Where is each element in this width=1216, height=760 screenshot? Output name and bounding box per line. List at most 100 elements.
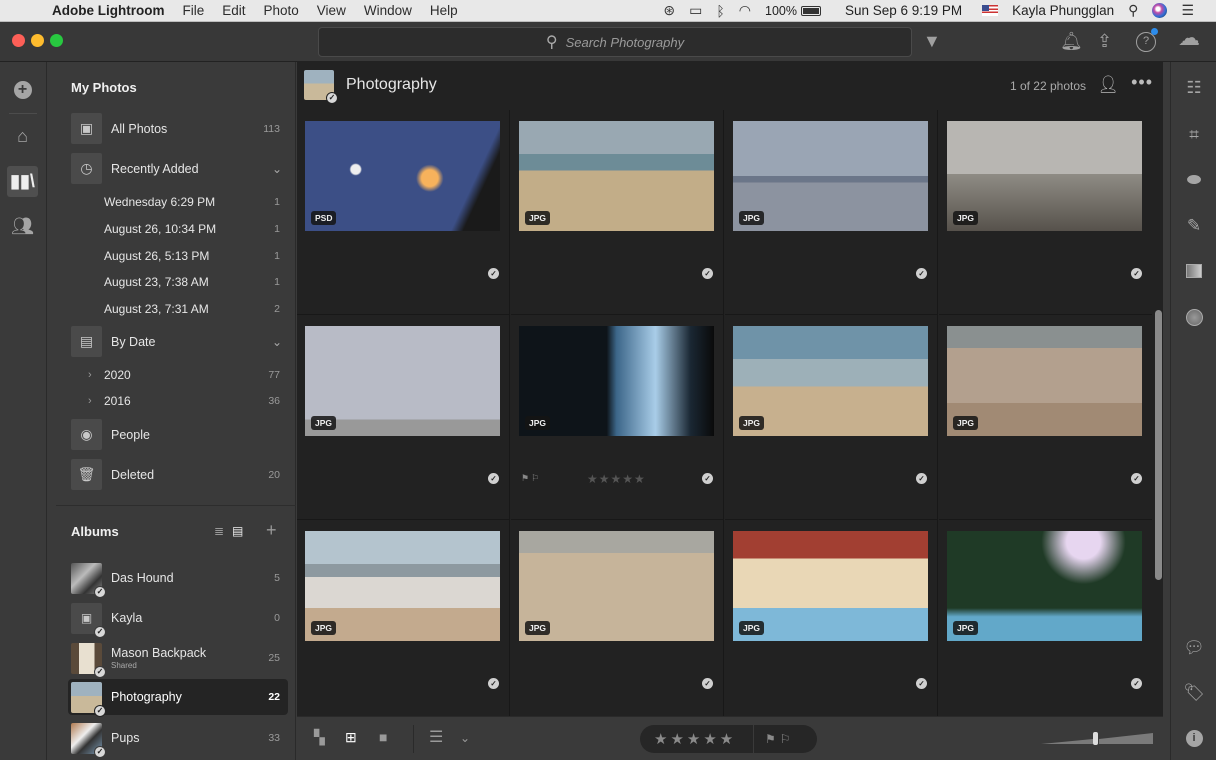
photo-thumbnail[interactable]: JPG xyxy=(519,326,714,436)
album-item[interactable]: ✓ Das Hound 5 xyxy=(68,560,288,598)
album-item[interactable]: ✓ Mason Backpack Shared 25 xyxy=(68,640,288,678)
photo-thumbnail[interactable]: PSD xyxy=(305,121,500,231)
help-icon[interactable]: ? xyxy=(1136,32,1156,52)
healing-brush-icon[interactable]: ⬬ xyxy=(1180,166,1208,194)
menu-file[interactable]: File xyxy=(182,3,204,18)
menu-user-name[interactable]: Kayla Phungglan xyxy=(1012,3,1114,18)
grid-list-view-icon[interactable]: ▤ xyxy=(232,524,243,538)
chevron-down-icon[interactable]: ⌄ xyxy=(272,335,288,349)
menu-view[interactable]: View xyxy=(317,3,346,18)
input-source-flag-icon[interactable] xyxy=(982,5,999,16)
year-item-2020[interactable]: › 2020 77 xyxy=(88,366,288,384)
library-button[interactable]: ▮▮\ xyxy=(7,166,38,197)
add-photos-button[interactable]: + xyxy=(7,74,38,105)
menu-app-name[interactable]: Adobe Lightroom xyxy=(52,3,164,18)
menu-photo[interactable]: Photo xyxy=(264,3,299,18)
menu-edit[interactable]: Edit xyxy=(222,3,245,18)
linear-gradient-icon[interactable] xyxy=(1180,257,1208,285)
menu-help[interactable]: Help xyxy=(430,3,458,18)
photo-thumbnail[interactable]: JPG xyxy=(733,531,928,641)
share-album-icon[interactable]: 👤︎ xyxy=(1097,75,1119,95)
siri-icon[interactable] xyxy=(1152,3,1168,18)
photo-grid-view-icon[interactable]: ⊞ xyxy=(345,729,357,746)
comments-icon[interactable]: 💬︎ xyxy=(1180,634,1208,662)
list-view-icon[interactable]: ≣ xyxy=(214,524,224,538)
radial-gradient-icon[interactable] xyxy=(1180,303,1208,331)
minimize-window-button[interactable] xyxy=(31,34,44,47)
spotlight-search-icon[interactable]: ⚲ xyxy=(1128,2,1138,19)
sidebar-item-deleted[interactable]: 🗑︎ Deleted 20 xyxy=(71,459,288,490)
airplay-icon[interactable]: ▭ xyxy=(689,2,702,19)
bluetooth-icon[interactable]: ᛒ xyxy=(716,3,724,19)
photo-cell[interactable]: JPG ✓ xyxy=(725,110,938,315)
sidebar-item-all-photos[interactable]: ▣ All Photos 113 xyxy=(71,113,288,144)
menu-window[interactable]: Window xyxy=(364,3,412,18)
album-item[interactable]: ▣ ✓ Kayla 0 xyxy=(68,600,288,638)
chevron-down-icon[interactable]: ⌄ xyxy=(272,162,288,176)
sort-options-chevron-icon[interactable]: ⌄ xyxy=(460,731,470,745)
photo-cell[interactable]: JPG ✓ xyxy=(297,315,510,520)
sidebar-item-by-date[interactable]: ▤ By Date ⌄ xyxy=(71,326,288,357)
photo-thumbnail[interactable]: JPG xyxy=(305,326,500,436)
photo-cell[interactable]: JPG ✓ xyxy=(939,520,1152,716)
photo-cell[interactable]: JPG ✓ xyxy=(939,110,1152,315)
zoom-window-button[interactable] xyxy=(50,34,63,47)
add-album-icon[interactable]: + xyxy=(266,520,277,541)
home-button[interactable]: ⌂ xyxy=(7,121,38,152)
photo-thumbnail[interactable]: JPG xyxy=(947,531,1142,641)
chevron-right-icon[interactable]: › xyxy=(88,369,104,381)
wifi-icon[interactable]: ◠ xyxy=(739,2,751,19)
keywords-tag-icon[interactable]: 🏷︎ xyxy=(1180,679,1208,707)
recent-item[interactable]: August 23, 7:38 AM 1 xyxy=(104,273,288,291)
photo-star-rating[interactable]: ★★★★★ xyxy=(587,472,646,486)
edit-panel-icon[interactable]: ☷ xyxy=(1180,74,1208,102)
notifications-bell-icon[interactable]: 🔔︎ xyxy=(1060,31,1083,51)
shared-button[interactable]: 👥︎ xyxy=(7,211,38,242)
info-icon[interactable]: i xyxy=(1180,724,1208,752)
photo-cell[interactable]: JPG ✓ xyxy=(939,315,1152,520)
sidebar-item-recently-added[interactable]: ◷ Recently Added ⌄ xyxy=(71,153,288,184)
photo-thumbnail[interactable]: JPG xyxy=(947,121,1142,231)
photo-cell[interactable]: PSD ✓ xyxy=(297,110,510,315)
menu-clock[interactable]: Sun Sep 6 9:19 PM xyxy=(845,3,962,18)
album-item[interactable]: ✓ Pups 33 xyxy=(68,720,288,758)
recent-item[interactable]: August 23, 7:31 AM 2 xyxy=(104,300,288,318)
photo-flags[interactable]: ⚑⚐ xyxy=(521,473,541,484)
share-icon[interactable]: ⇪ xyxy=(1097,31,1112,51)
photo-cell[interactable]: JPG ✓ xyxy=(511,110,724,315)
search-input[interactable]: ⚲ Search Photography xyxy=(318,27,912,57)
album-item-selected[interactable]: ✓ Photography 22 xyxy=(68,679,288,717)
scrollbar-thumb[interactable] xyxy=(1155,310,1162,580)
star-rating[interactable]: ★★★★★ xyxy=(640,730,753,748)
square-grid-view-icon[interactable]: ▚ xyxy=(314,729,325,746)
photo-thumbnail[interactable]: JPG xyxy=(519,121,714,231)
filter-icon[interactable]: ▼ xyxy=(923,31,941,51)
notification-center-icon[interactable]: ☰ xyxy=(1181,2,1194,19)
recent-item[interactable]: August 26, 5:13 PM 1 xyxy=(104,247,288,265)
crop-icon[interactable]: ⌗ xyxy=(1180,121,1208,149)
cloud-sync-icon[interactable]: ☁︎ xyxy=(1178,27,1200,49)
photo-thumbnail[interactable]: JPG xyxy=(305,531,500,641)
photo-cell[interactable]: JPG ✓ xyxy=(511,520,724,716)
pick-reject-flags[interactable]: ⚑⚐ xyxy=(753,725,795,753)
more-options-icon[interactable]: ••• xyxy=(1131,72,1153,93)
photo-thumbnail[interactable]: JPG xyxy=(947,326,1142,436)
photo-cell[interactable]: JPG ✓ xyxy=(725,315,938,520)
chevron-right-icon[interactable]: › xyxy=(88,395,104,407)
sidebar-item-people[interactable]: ◉ People xyxy=(71,419,288,450)
photo-thumbnail[interactable]: JPG xyxy=(519,531,714,641)
brush-icon[interactable]: ✎ xyxy=(1180,212,1208,240)
recent-item[interactable]: August 26, 10:34 PM 1 xyxy=(104,220,288,238)
battery-icon[interactable] xyxy=(801,5,821,16)
creative-cloud-icon[interactable]: ⊛ xyxy=(663,2,675,19)
photo-thumbnail[interactable]: JPG xyxy=(733,121,928,231)
year-item-2016[interactable]: › 2016 36 xyxy=(88,392,288,410)
photo-cell[interactable]: JPG ⚑⚐ ★★★★★ ✓ xyxy=(511,315,724,520)
photo-thumbnail[interactable]: JPG xyxy=(733,326,928,436)
photo-cell[interactable]: JPG ✓ xyxy=(297,520,510,716)
close-window-button[interactable] xyxy=(12,34,25,47)
sort-icon[interactable]: ☰ xyxy=(429,727,443,747)
detail-view-icon[interactable]: ■ xyxy=(379,729,387,745)
grid-scrollbar[interactable] xyxy=(1153,110,1163,716)
photo-cell[interactable]: JPG ✓ xyxy=(725,520,938,716)
